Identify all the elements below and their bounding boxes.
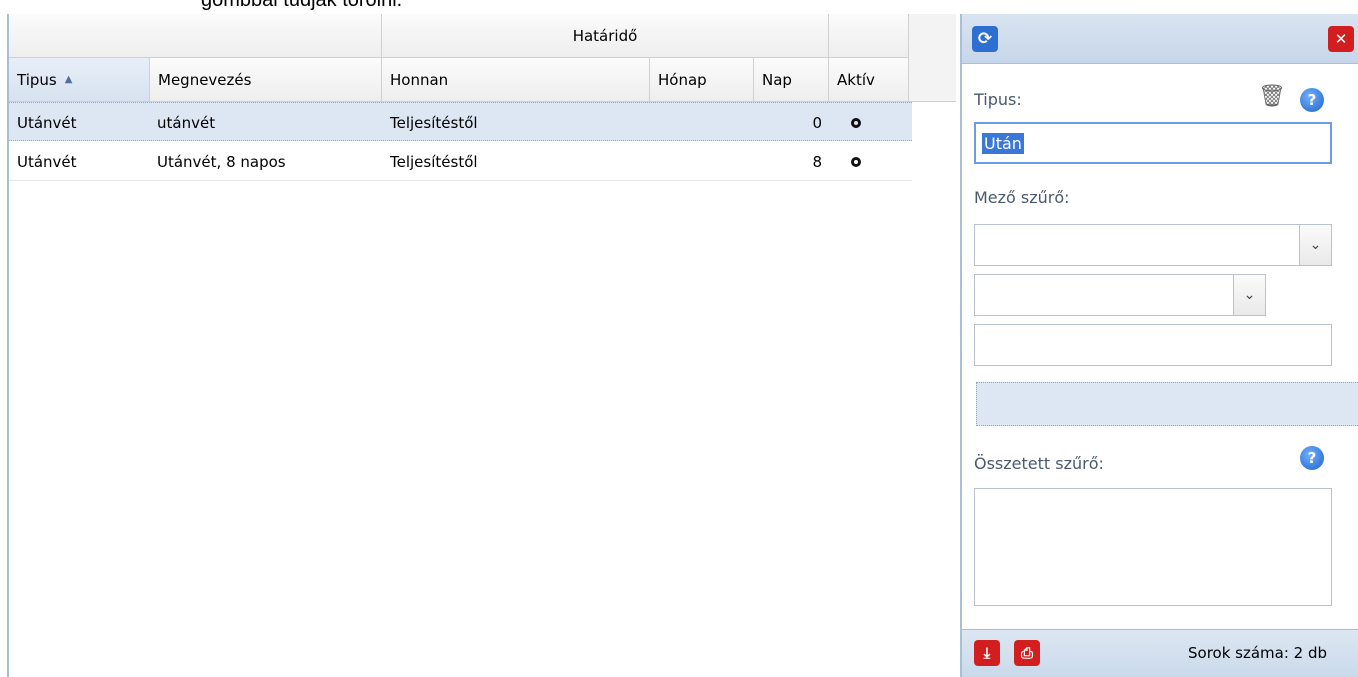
tipus-label: Tipus: xyxy=(974,90,1022,109)
refresh-icon[interactable]: ⟳ xyxy=(972,26,998,52)
header-aktiv[interactable]: Aktív xyxy=(829,58,909,102)
cell-megnevezes: utánvét xyxy=(157,113,216,132)
help-icon[interactable]: ? xyxy=(1300,446,1324,470)
top-description-text: gombbal tudják törölni. xyxy=(201,0,403,11)
cell-aktiv xyxy=(851,103,861,142)
active-dot-icon xyxy=(851,156,861,167)
panel-footer: ⤓ ⎙ Sorok száma: 2 db xyxy=(962,629,1358,677)
header-honnan[interactable]: Honnan xyxy=(382,58,650,102)
cell-megnevezes: Utánvét, 8 napos xyxy=(157,152,286,171)
close-icon[interactable]: ✕ xyxy=(1328,26,1354,52)
header-group-hatarido: Határidő xyxy=(382,14,829,58)
header-megnevezes[interactable]: Megnevezés xyxy=(150,58,382,102)
cell-tipus: Utánvét xyxy=(17,113,77,132)
chevron-down-icon[interactable]: ⌄ xyxy=(1233,275,1265,315)
active-dot-icon xyxy=(851,117,861,128)
cell-nap: 0 xyxy=(812,113,822,132)
download-icon[interactable]: ⤓ xyxy=(974,640,1000,666)
filter-value-input[interactable] xyxy=(974,324,1332,366)
chevron-down-icon[interactable]: ⌄ xyxy=(1299,225,1331,265)
cell-honnan: Teljesítéstől xyxy=(390,113,478,132)
grid-header: Határidő Tipus ▲ Megnevezés Honnan Hónap… xyxy=(9,14,956,102)
osszetett-szuro-label: Összetett szűrő: xyxy=(974,454,1104,473)
row-count-text: Sorok száma: 2 db xyxy=(1188,644,1328,662)
table-row[interactable]: Utánvét Utánvét, 8 napos Teljesítéstől 8 xyxy=(9,142,912,181)
tipus-input[interactable]: Után xyxy=(974,122,1332,164)
tipus-input-value: Után xyxy=(982,132,1024,154)
composite-filter-textarea[interactable] xyxy=(974,488,1332,606)
operator-select[interactable]: ⌄ xyxy=(974,274,1266,316)
cell-nap: 8 xyxy=(812,152,822,171)
help-icon[interactable]: ? xyxy=(1300,88,1324,112)
trash-icon[interactable]: 🗑 xyxy=(1258,84,1286,109)
cell-honnan: Teljesítéstől xyxy=(390,152,478,171)
filter-list-item[interactable] xyxy=(976,382,1358,426)
table-row[interactable]: Utánvét utánvét Teljesítéstől 0 xyxy=(9,102,912,141)
data-grid: Határidő Tipus ▲ Megnevezés Honnan Hónap… xyxy=(7,14,956,677)
cell-tipus: Utánvét xyxy=(17,152,77,171)
cell-aktiv xyxy=(851,142,861,181)
header-nap[interactable]: Nap xyxy=(754,58,829,102)
header-honap[interactable]: Hónap xyxy=(650,58,754,102)
mezo-szuro-label: Mező szűrő: xyxy=(974,188,1070,207)
header-tipus[interactable]: Tipus ▲ xyxy=(9,58,150,102)
header-blank-group xyxy=(9,14,382,58)
print-icon[interactable]: ⎙ xyxy=(1014,640,1040,666)
field-select[interactable]: ⌄ xyxy=(974,224,1332,266)
sort-ascending-icon: ▲ xyxy=(64,74,73,85)
filter-panel: ⟳ ✕ Tipus: 🗑 ? Után Mező szűrő: ⌄ ⌄ Össz… xyxy=(960,14,1358,677)
header-tipus-label: Tipus xyxy=(17,70,57,89)
header-blank-aktiv xyxy=(829,14,909,58)
panel-header: ⟳ ✕ xyxy=(962,14,1358,64)
